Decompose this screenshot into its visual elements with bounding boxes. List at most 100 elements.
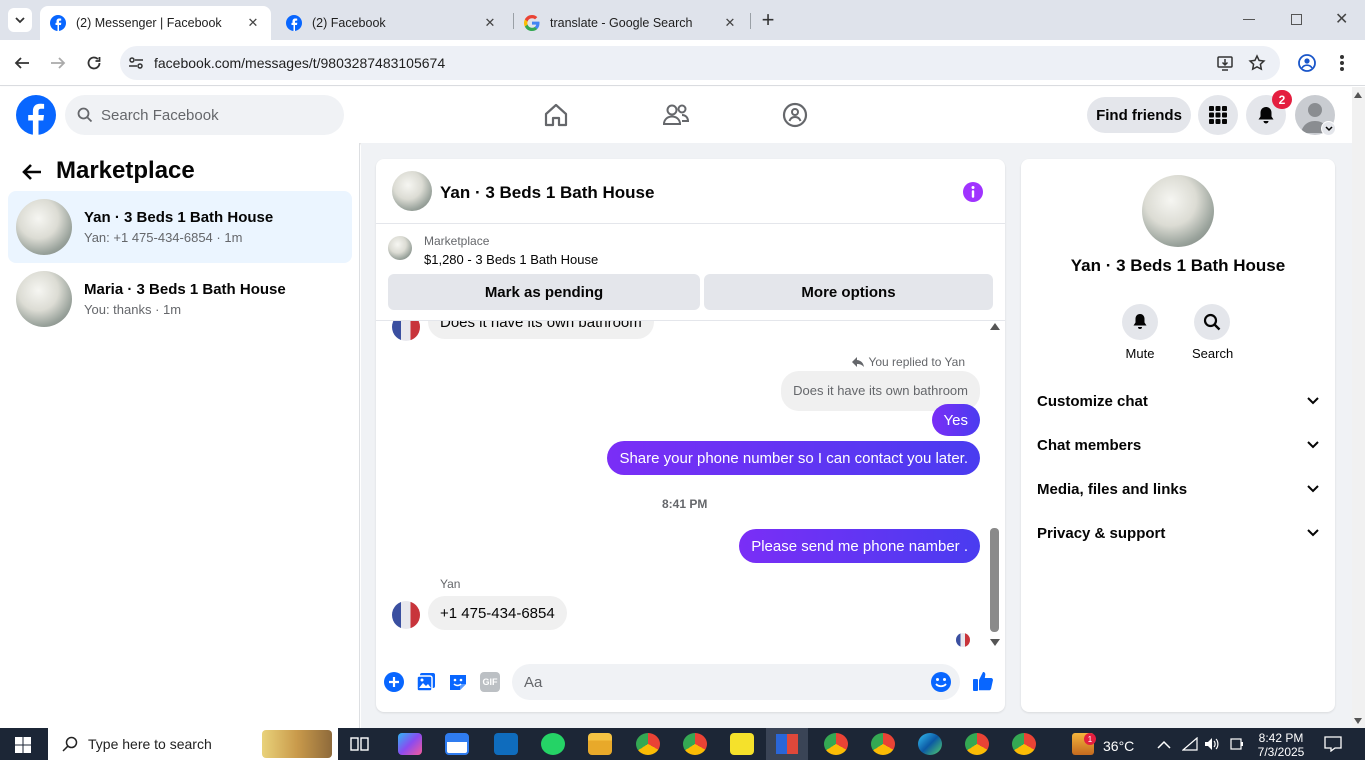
- volume-icon[interactable]: [1204, 737, 1220, 751]
- section-privacy-support[interactable]: Privacy & support: [1037, 515, 1319, 551]
- edge-icon[interactable]: [918, 733, 942, 755]
- info-icon[interactable]: [962, 181, 984, 203]
- mute-button[interactable]: Mute: [1120, 304, 1160, 361]
- plus-circle-icon[interactable]: [384, 672, 404, 692]
- conversation-name: Maria · 3 Beds 1 Bath House: [84, 281, 286, 298]
- restore-window-button[interactable]: [1291, 14, 1302, 25]
- tab-separator: [750, 13, 751, 29]
- sticky-notes-icon[interactable]: [730, 733, 754, 755]
- message-bubble-outgoing[interactable]: Yes: [931, 404, 980, 436]
- whatsapp-icon[interactable]: [541, 733, 565, 755]
- close-window-button[interactable]: ✕: [1335, 9, 1348, 29]
- close-tab-icon[interactable]: ✕: [482, 15, 498, 31]
- battery-icon[interactable]: [1230, 737, 1244, 751]
- facebook-favicon-icon: [50, 15, 66, 31]
- conversation-item[interactable]: Maria · 3 Beds 1 Bath House You: thanks …: [8, 263, 352, 335]
- forward-arrow-icon[interactable]: [50, 55, 66, 71]
- message-bubble-outgoing[interactable]: Share your phone number so I can contact…: [607, 441, 980, 475]
- sticker-icon[interactable]: [448, 672, 468, 692]
- address-bar[interactable]: facebook.com/messages/t/9803287483105674: [120, 46, 1280, 80]
- search-in-chat-button[interactable]: Search: [1192, 304, 1234, 361]
- tab-facebook[interactable]: (2) Facebook ✕: [276, 6, 508, 40]
- conversation-name: Yan · 3 Beds 1 Bath House: [84, 209, 274, 226]
- message-bubble-incoming[interactable]: +1 475-434-6854: [428, 596, 567, 630]
- more-options-button[interactable]: More options: [704, 274, 993, 310]
- find-friends-button[interactable]: Find friends: [1087, 97, 1191, 133]
- tab-search-button[interactable]: [8, 8, 32, 32]
- home-icon: [544, 103, 568, 127]
- section-label: Media, files and links: [1037, 480, 1188, 498]
- temperature-text[interactable]: 36°C: [1103, 738, 1134, 754]
- wifi-icon[interactable]: [1182, 737, 1198, 751]
- profile-icon[interactable]: [1298, 54, 1316, 72]
- page-scrollbar[interactable]: [1352, 87, 1365, 728]
- chat-scrollbar-thumb[interactable]: [990, 528, 999, 632]
- taskbar-search-input[interactable]: Type here to search: [48, 728, 338, 760]
- chrome-icon[interactable]: [1012, 733, 1036, 755]
- windows-start-icon[interactable]: [15, 737, 31, 753]
- url-text[interactable]: facebook.com/messages/t/9803287483105674: [154, 55, 445, 71]
- close-tab-icon[interactable]: ✕: [245, 15, 261, 31]
- emoji-icon[interactable]: [930, 671, 952, 693]
- active-app-highlight[interactable]: [766, 728, 808, 760]
- thumbs-up-icon[interactable]: [972, 670, 994, 692]
- chrome-icon[interactable]: [824, 733, 848, 755]
- search-icon: [62, 736, 78, 752]
- chevron-up-icon[interactable]: [1157, 740, 1171, 749]
- facebook-logo-icon[interactable]: [16, 95, 56, 135]
- chat-pane: Yan · 3 Beds 1 Bath House Marketplace $1…: [376, 159, 1005, 712]
- reload-icon[interactable]: [86, 55, 102, 71]
- nav-friends[interactable]: [656, 95, 696, 135]
- chrome-icon[interactable]: [871, 733, 895, 755]
- google-favicon-icon: [524, 15, 540, 31]
- nav-groups[interactable]: [775, 95, 815, 135]
- divider: [376, 223, 1005, 224]
- nav-home[interactable]: [536, 95, 576, 135]
- file-explorer-icon[interactable]: [588, 733, 612, 755]
- outlook-icon[interactable]: [494, 733, 518, 755]
- search-placeholder: Search Facebook: [101, 106, 219, 124]
- clock[interactable]: 8:42 PM 7/3/2025: [1256, 731, 1306, 759]
- taskbar-search-placeholder: Type here to search: [88, 736, 212, 752]
- site-settings-icon[interactable]: [128, 55, 144, 71]
- back-arrow-icon[interactable]: [14, 55, 30, 71]
- conversation-item[interactable]: Yan · 3 Beds 1 Bath House Yan: +1 475-43…: [8, 191, 352, 263]
- new-tab-button[interactable]: +: [758, 9, 778, 31]
- search-highlight-image: [262, 730, 332, 758]
- listing-line[interactable]: $1,280 - 3 Beds 1 Bath House: [424, 252, 598, 267]
- facebook-search-input[interactable]: Search Facebook: [65, 95, 344, 135]
- mark-as-pending-button[interactable]: Mark as pending: [388, 274, 700, 310]
- copilot-icon[interactable]: [398, 733, 422, 755]
- back-arrow-icon[interactable]: [22, 163, 42, 181]
- gif-icon[interactable]: GIF: [480, 672, 500, 692]
- sender-avatar: [392, 321, 420, 341]
- tab-messenger[interactable]: (2) Messenger | Facebook ✕: [40, 6, 271, 40]
- chat-thumbnail[interactable]: [392, 171, 432, 211]
- message-bubble-incoming[interactable]: Does it have its own bathroom: [428, 321, 654, 339]
- bookmark-star-icon[interactable]: [1248, 54, 1266, 72]
- account-chevron-icon[interactable]: [1321, 121, 1336, 136]
- message-bubble-outgoing[interactable]: Please send me phone namber .: [739, 529, 980, 563]
- minimize-window-button[interactable]: [1243, 19, 1255, 20]
- chrome-icon[interactable]: [683, 733, 707, 755]
- message-input[interactable]: Aa: [512, 664, 960, 700]
- chrome-icon[interactable]: [965, 733, 989, 755]
- install-app-icon[interactable]: [1216, 54, 1234, 72]
- message-list: Does it have its own bathroom You replie…: [376, 321, 1005, 657]
- notification-center-icon[interactable]: [1324, 736, 1342, 752]
- browser-menu-icon[interactable]: [1340, 55, 1344, 71]
- chat-scrollbar[interactable]: [988, 323, 1000, 653]
- section-customize-chat[interactable]: Customize chat: [1037, 383, 1319, 419]
- close-tab-icon[interactable]: ✕: [722, 15, 738, 31]
- tab-google-translate[interactable]: translate - Google Search ✕: [514, 6, 748, 40]
- chrome-icon[interactable]: [636, 733, 660, 755]
- task-view-icon[interactable]: [350, 735, 370, 753]
- search-label: Search: [1192, 346, 1234, 361]
- section-media-files-links[interactable]: Media, files and links: [1037, 471, 1319, 507]
- listing-thumbnail: [388, 236, 412, 260]
- chat-title[interactable]: Yan · 3 Beds 1 Bath House: [440, 183, 654, 203]
- menu-button[interactable]: [1198, 95, 1238, 135]
- microsoft-store-icon[interactable]: [445, 733, 469, 755]
- photo-icon[interactable]: [416, 672, 436, 692]
- section-chat-members[interactable]: Chat members: [1037, 427, 1319, 463]
